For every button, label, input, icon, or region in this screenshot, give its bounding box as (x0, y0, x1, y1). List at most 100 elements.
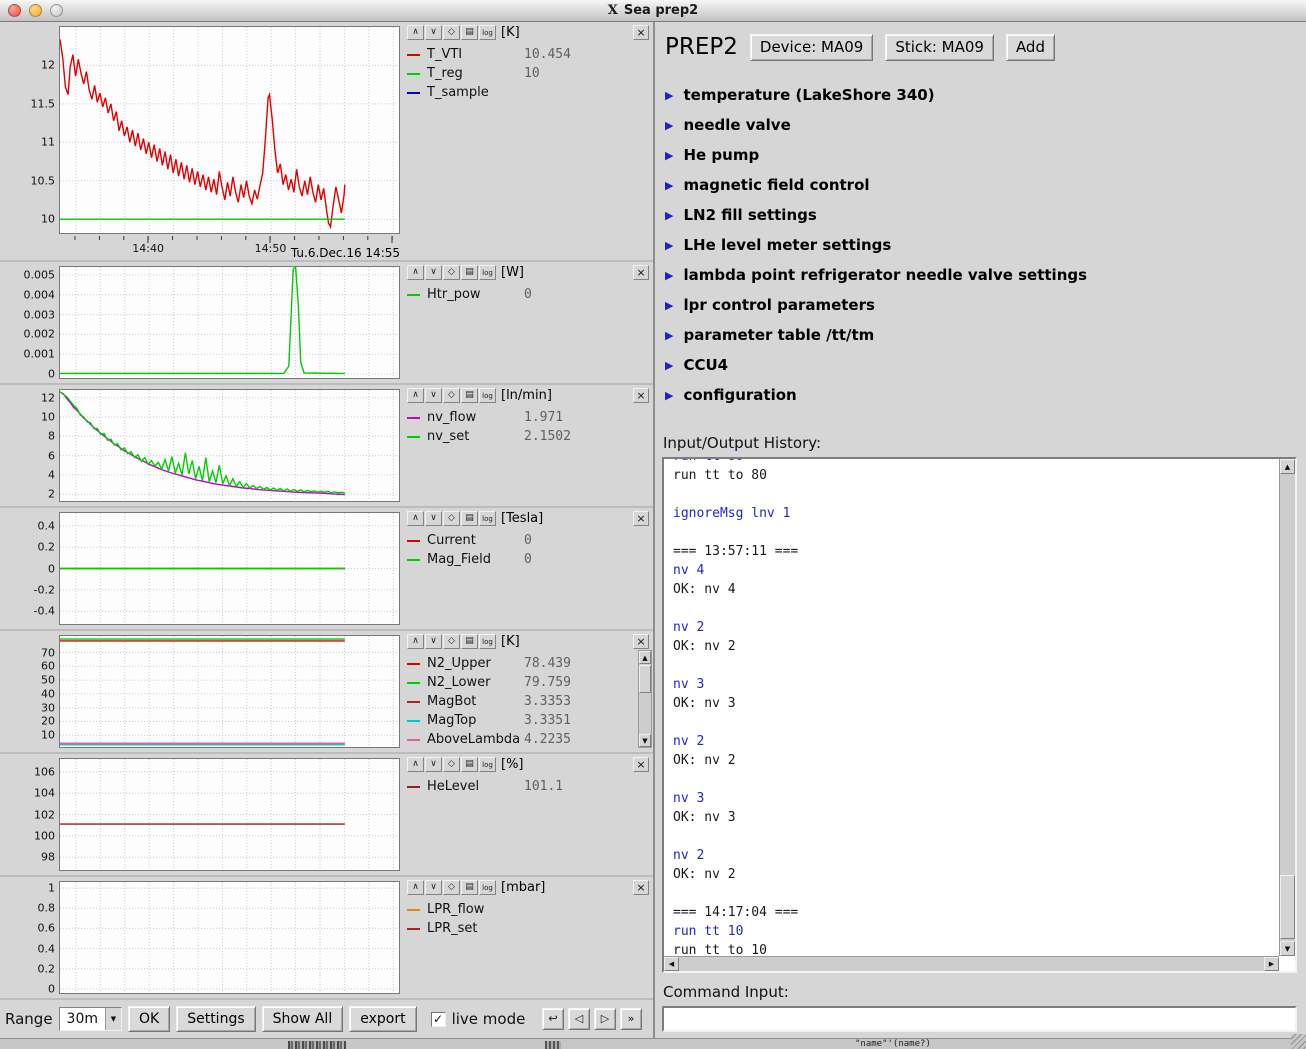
add-button[interactable]: Add (1006, 34, 1055, 61)
expand-triangle-icon[interactable]: ▶ (665, 359, 673, 372)
scroll-right-icon[interactable]: ▷ (594, 1008, 616, 1030)
expand-triangle-icon[interactable]: ▶ (665, 299, 673, 312)
section-configuration[interactable]: ▶configuration (665, 380, 1306, 410)
autoscale-icon[interactable]: ◇ (443, 511, 460, 526)
titlebar[interactable]: XSea prep2 (0, 0, 1306, 22)
scroll-up-icon[interactable]: ∧ (407, 265, 424, 280)
settings-button[interactable]: Settings (176, 1006, 255, 1032)
expand-triangle-icon[interactable]: ▶ (665, 119, 673, 132)
section-needle-valve[interactable]: ▶needle valve (665, 110, 1306, 140)
section-lambda-point-refrigerator-needle-valve-settings[interactable]: ▶lambda point refrigerator needle valve … (665, 260, 1306, 290)
command-input[interactable] (662, 1006, 1297, 1032)
section-lpr-control-parameters[interactable]: ▶lpr control parameters (665, 290, 1306, 320)
jump-to-end-icon[interactable]: » (620, 1008, 642, 1030)
scroll-up-icon[interactable]: ∧ (407, 757, 424, 772)
scroll-down-arrow-icon[interactable]: ▼ (1280, 941, 1295, 956)
log-scale-icon[interactable]: log (479, 511, 496, 526)
scroll-up-arrow-icon[interactable]: ▲ (639, 651, 651, 664)
log-scale-icon[interactable]: log (479, 634, 496, 649)
autoscale-icon[interactable]: ◇ (443, 388, 460, 403)
legend-scrollbar[interactable]: ▲▼ (638, 650, 652, 748)
scroll-up-icon[interactable]: ∧ (407, 25, 424, 40)
log-scale-icon[interactable]: log (479, 25, 496, 40)
device-button[interactable]: Device: MA09 (750, 34, 873, 61)
zoom-icon[interactable]: ▤ (461, 25, 478, 40)
plot-area[interactable] (59, 389, 400, 502)
zoom-icon[interactable]: ▤ (461, 388, 478, 403)
zoom-icon[interactable]: ▤ (461, 265, 478, 280)
history-horizontal-scrollbar[interactable]: ◀ ▶ (664, 956, 1279, 971)
vertical-scrollbar-thumb[interactable] (1280, 875, 1295, 939)
scroll-down-icon[interactable]: ∨ (425, 265, 442, 280)
expand-triangle-icon[interactable]: ▶ (665, 389, 673, 402)
plot-area[interactable] (59, 635, 400, 748)
zoom-icon[interactable]: ▤ (461, 634, 478, 649)
scroll-down-icon[interactable]: ∨ (425, 757, 442, 772)
stick-button[interactable]: Stick: MA09 (885, 34, 994, 61)
scroll-up-arrow-icon[interactable]: ▲ (1280, 459, 1295, 474)
expand-triangle-icon[interactable]: ▶ (665, 269, 673, 282)
export-button[interactable]: export (349, 1006, 416, 1032)
scroll-down-arrow-icon[interactable]: ▼ (639, 734, 651, 747)
section-ln2-fill-settings[interactable]: ▶LN2 fill settings (665, 200, 1306, 230)
scroll-down-icon[interactable]: ∨ (425, 634, 442, 649)
zoom-icon[interactable]: ▤ (461, 511, 478, 526)
zoom-icon[interactable]: ▤ (461, 757, 478, 772)
expand-triangle-icon[interactable]: ▶ (665, 179, 673, 192)
autoscale-icon[interactable]: ◇ (443, 265, 460, 280)
show-all-button[interactable]: Show All (262, 1006, 344, 1032)
log-scale-icon[interactable]: log (479, 388, 496, 403)
close-chart-button[interactable]: × (633, 757, 649, 772)
close-chart-button[interactable]: × (633, 511, 649, 526)
scroll-down-icon[interactable]: ∨ (425, 511, 442, 526)
close-chart-button[interactable]: × (633, 25, 649, 40)
zoom-icon[interactable]: ▤ (461, 880, 478, 895)
ok-button[interactable]: OK (128, 1006, 170, 1032)
scroll-up-icon[interactable]: ∧ (407, 511, 424, 526)
log-scale-icon[interactable]: log (479, 757, 496, 772)
plot-area[interactable] (59, 758, 400, 871)
expand-triangle-icon[interactable]: ▶ (665, 149, 673, 162)
close-chart-button[interactable]: × (633, 634, 649, 649)
scroll-down-icon[interactable]: ∨ (425, 25, 442, 40)
plot-area[interactable] (59, 512, 400, 625)
autoscale-icon[interactable]: ◇ (443, 25, 460, 40)
autoscale-icon[interactable]: ◇ (443, 880, 460, 895)
history-box[interactable]: run tt 80run tt to 80ignoreMsg lnv 1=== … (662, 457, 1297, 973)
autoscale-icon[interactable]: ◇ (443, 757, 460, 772)
scroll-up-icon[interactable]: ∧ (407, 880, 424, 895)
section-he-pump[interactable]: ▶He pump (665, 140, 1306, 170)
plot-area[interactable] (59, 266, 400, 379)
section-temperature-lakeshore-340[interactable]: ▶temperature (LakeShore 340) (665, 80, 1306, 110)
scroll-left-arrow-icon[interactable]: ◀ (664, 957, 679, 971)
scroll-down-icon[interactable]: ∨ (425, 880, 442, 895)
expand-triangle-icon[interactable]: ▶ (665, 209, 673, 222)
log-scale-icon[interactable]: log (479, 265, 496, 280)
close-chart-button[interactable]: × (633, 265, 649, 280)
scroll-up-icon[interactable]: ∧ (407, 388, 424, 403)
undo-zoom-icon[interactable]: ↩ (542, 1008, 564, 1030)
range-select[interactable]: 30m ▼ (59, 1007, 122, 1031)
close-chart-button[interactable]: × (633, 388, 649, 403)
close-chart-button[interactable]: × (633, 880, 649, 895)
section-parameter-table-tt-tm[interactable]: ▶parameter table /tt/tm (665, 320, 1306, 350)
history-vertical-scrollbar[interactable]: ▲ ▼ (1279, 459, 1295, 956)
section-lhe-level-meter-settings[interactable]: ▶LHe level meter settings (665, 230, 1306, 260)
expand-triangle-icon[interactable]: ▶ (665, 329, 673, 342)
live-mode-checkbox[interactable]: ✓ (431, 1012, 446, 1027)
resize-grip[interactable] (1291, 1034, 1306, 1049)
scroll-right-arrow-icon[interactable]: ▶ (1264, 957, 1279, 971)
expand-triangle-icon[interactable]: ▶ (665, 89, 673, 102)
scroll-down-icon[interactable]: ∨ (425, 388, 442, 403)
log-scale-icon[interactable]: log (479, 880, 496, 895)
expand-triangle-icon[interactable]: ▶ (665, 239, 673, 252)
section-ccu4[interactable]: ▶CCU4 (665, 350, 1306, 380)
plot-area[interactable] (59, 881, 400, 994)
section-magnetic-field-control[interactable]: ▶magnetic field control (665, 170, 1306, 200)
scroll-left-icon[interactable]: ◁ (568, 1008, 590, 1030)
scroll-up-icon[interactable]: ∧ (407, 634, 424, 649)
plot-area[interactable] (59, 26, 400, 234)
combo-arrow-icon[interactable]: ▼ (105, 1008, 121, 1030)
autoscale-icon[interactable]: ◇ (443, 634, 460, 649)
legend-scrollbar-thumb[interactable] (639, 665, 651, 693)
